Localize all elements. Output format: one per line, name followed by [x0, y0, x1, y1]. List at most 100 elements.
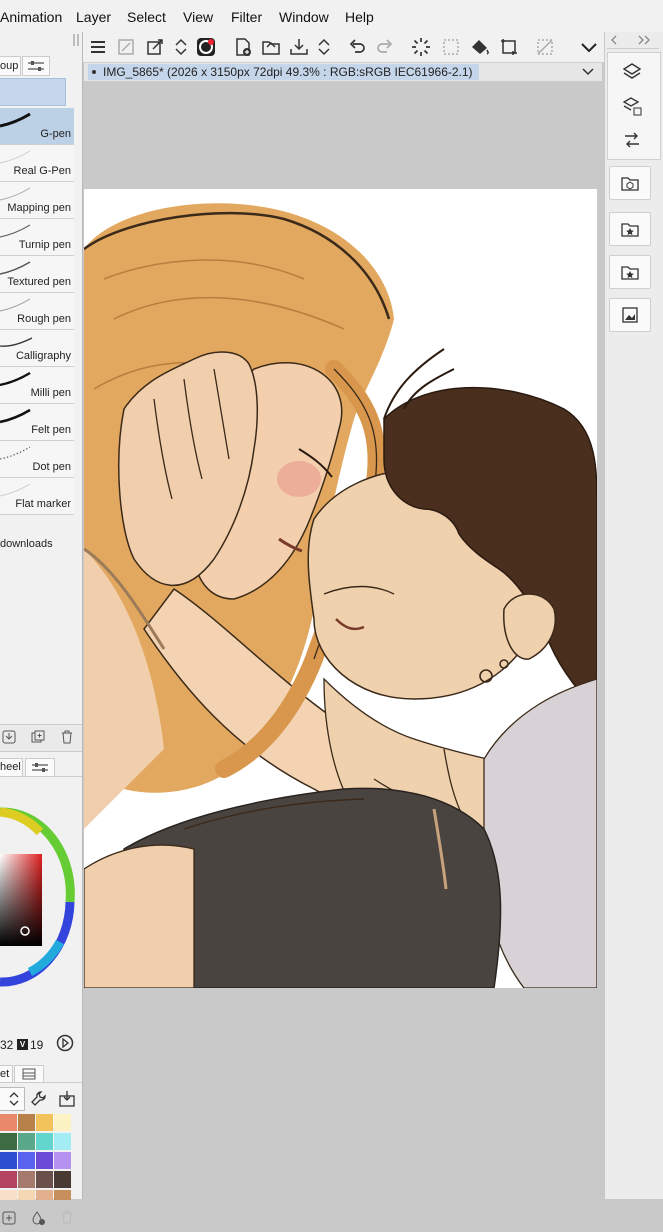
- palette-swatch[interactable]: [54, 1171, 71, 1188]
- grid-icon: [22, 1068, 36, 1080]
- layers-icon: [622, 63, 642, 79]
- chevron-down-icon[interactable]: [578, 36, 600, 58]
- loading-icon[interactable]: [410, 36, 432, 58]
- history-button[interactable]: [612, 124, 652, 156]
- color-wheel[interactable]: [0, 792, 82, 992]
- delete-color-icon[interactable]: [60, 1210, 74, 1224]
- crop-icon[interactable]: [498, 36, 520, 58]
- palette-swatch[interactable]: [0, 1114, 17, 1131]
- color-wheel-tab[interactable]: heel: [0, 758, 23, 777]
- fill-icon[interactable]: [469, 36, 491, 58]
- palette-swatch[interactable]: [0, 1171, 17, 1188]
- brush-calligraphy[interactable]: Calligraphy: [0, 330, 74, 367]
- clip-studio-icon[interactable]: [195, 36, 217, 58]
- brush-label: Textured pen: [7, 276, 71, 288]
- brush-stroke-preview: [0, 483, 31, 497]
- layer-button[interactable]: [612, 56, 652, 88]
- menu-filter[interactable]: Filter: [231, 9, 262, 25]
- duplicate-icon[interactable]: [31, 730, 45, 744]
- redo-icon[interactable]: [374, 36, 396, 58]
- brush-felt-pen[interactable]: Felt pen: [0, 404, 74, 441]
- open-folder-icon[interactable]: [260, 36, 282, 58]
- layer-property-icon: [622, 97, 642, 116]
- selection-icon[interactable]: [440, 36, 462, 58]
- palette-swatch[interactable]: [36, 1133, 53, 1150]
- brush-mapping-pen[interactable]: Mapping pen: [0, 182, 74, 219]
- color-history-tab[interactable]: [14, 1065, 44, 1083]
- deselect-icon[interactable]: [534, 36, 556, 58]
- brush-label: Calligraphy: [15, 350, 71, 362]
- palette-swatch[interactable]: [36, 1152, 53, 1169]
- add-color-drop-icon[interactable]: [30, 1210, 46, 1226]
- palette-swatch[interactable]: [54, 1152, 71, 1169]
- brush-rough-pen[interactable]: Rough pen: [0, 293, 74, 330]
- menu-animation[interactable]: Animation: [0, 9, 62, 25]
- brush-dot-pen[interactable]: Dot pen: [0, 441, 74, 478]
- double-chevron-right-icon[interactable]: [637, 35, 653, 45]
- menu-select[interactable]: Select: [127, 9, 166, 25]
- illustration-artwork: [84, 203, 597, 988]
- sub-tool-group-tab[interactable]: oup: [0, 56, 21, 76]
- history-icon: [625, 132, 639, 148]
- palette-swatch[interactable]: [18, 1171, 35, 1188]
- navigator-button[interactable]: [609, 298, 651, 332]
- layer-property-button[interactable]: [612, 90, 652, 122]
- downloads-link[interactable]: downloads: [0, 538, 53, 550]
- undo-icon[interactable]: [346, 36, 368, 58]
- brush-stroke-preview: [0, 261, 31, 275]
- palette-swatch[interactable]: [36, 1171, 53, 1188]
- panel-grip-icon[interactable]: [72, 34, 80, 46]
- sliders-icon: [32, 763, 48, 772]
- material-favorite-button-2[interactable]: [609, 255, 651, 289]
- resize-icon[interactable]: [115, 36, 137, 58]
- brush-g-pen[interactable]: G-pen: [0, 108, 74, 145]
- menu-help[interactable]: Help: [345, 9, 374, 25]
- stepper-icon-2[interactable]: [313, 36, 335, 58]
- brush-textured-pen[interactable]: Textured pen: [0, 256, 74, 293]
- import-icon[interactable]: [58, 1090, 76, 1108]
- download-icon[interactable]: [2, 730, 16, 744]
- chevron-left-icon[interactable]: [609, 35, 619, 45]
- palette-swatch[interactable]: [18, 1114, 35, 1131]
- material-3d-button[interactable]: [609, 166, 651, 200]
- menu-layer[interactable]: Layer: [76, 9, 111, 25]
- palette-swatch[interactable]: [0, 1152, 17, 1169]
- folder-star-icon: [621, 266, 639, 280]
- menu-view[interactable]: View: [183, 9, 213, 25]
- palette-swatch[interactable]: [18, 1152, 35, 1169]
- document-title[interactable]: IMG_5865* (2026 x 3150px 72dpi 49.3% : R…: [88, 64, 479, 80]
- brush-label: Flat marker: [15, 498, 71, 510]
- brush-real-g-pen[interactable]: Real G-Pen: [0, 145, 74, 182]
- color-set-tab[interactable]: [25, 758, 55, 777]
- brush-stroke-preview: [0, 298, 31, 312]
- palette-swatch[interactable]: [54, 1114, 71, 1131]
- add-color-icon[interactable]: [2, 1211, 16, 1225]
- brush-milli-pen[interactable]: Milli pen: [0, 367, 74, 404]
- palette-swatch[interactable]: [0, 1133, 17, 1150]
- menu-window[interactable]: Window: [279, 9, 329, 25]
- brush-stroke-preview: [0, 337, 33, 347]
- trash-icon[interactable]: [60, 730, 74, 744]
- hamburger-menu-icon[interactable]: [87, 36, 109, 58]
- brush-flat-marker[interactable]: Flat marker: [0, 478, 74, 515]
- brush-stroke-preview: [0, 408, 31, 424]
- new-file-icon[interactable]: [232, 36, 254, 58]
- save-icon[interactable]: [288, 36, 310, 58]
- tab-chevron-down-icon[interactable]: [582, 66, 594, 78]
- material-favorite-button[interactable]: [609, 212, 651, 246]
- palette-swatch[interactable]: [18, 1133, 35, 1150]
- drawing-canvas[interactable]: [84, 189, 597, 988]
- transform-icon[interactable]: [144, 36, 166, 58]
- color-set-select[interactable]: [0, 1087, 25, 1111]
- palette-swatch[interactable]: [54, 1133, 71, 1150]
- sub-tool-header: [0, 78, 66, 106]
- color-set-tab-label[interactable]: et: [0, 1065, 13, 1083]
- brush-label: Rough pen: [17, 313, 71, 325]
- wrench-icon[interactable]: [30, 1090, 48, 1108]
- brush-turnip-pen[interactable]: Turnip pen: [0, 219, 74, 256]
- brush-stroke-preview: [0, 446, 31, 460]
- palette-swatch[interactable]: [36, 1114, 53, 1131]
- document-tab[interactable]: IMG_5865* (2026 x 3150px 72dpi 49.3% : R…: [84, 63, 602, 81]
- stepper-icon[interactable]: [170, 36, 192, 58]
- sub-tool-settings-tab[interactable]: [22, 56, 50, 76]
